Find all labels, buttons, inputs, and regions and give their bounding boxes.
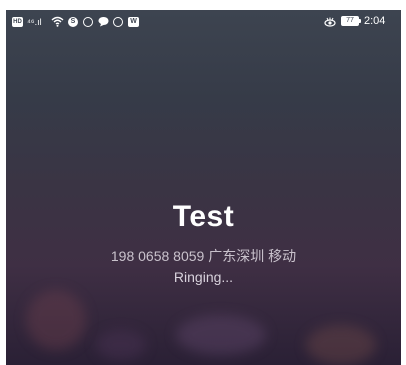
hand-icon (113, 16, 123, 27)
bokeh-light (306, 325, 376, 365)
app-w-icon: W (128, 16, 139, 27)
bokeh-light (96, 330, 146, 360)
eye-comfort-icon (324, 16, 336, 27)
bokeh-light (176, 315, 266, 355)
app-s-icon: S (68, 16, 78, 27)
caller-name: Test (172, 200, 235, 233)
hd-icon: HD (12, 16, 23, 27)
wifi-icon (51, 16, 64, 27)
call-status: Ringing... (173, 269, 234, 285)
message-icon (98, 16, 109, 27)
caller-number: 198 0658 8059 广东深圳 移动 (110, 248, 297, 264)
battery-indicator: 77 (341, 16, 361, 26)
incoming-call-screen: HD ⁴⁶.ıl S W 77 2:04 Test 198 0658 8059 … (6, 10, 401, 365)
bokeh-light (26, 290, 86, 350)
hd-badge: HD (12, 16, 23, 27)
whatsapp-icon (83, 16, 93, 27)
status-bar: HD ⁴⁶.ıl S W 77 2:04 (6, 10, 401, 34)
signal-4g-icon: ⁴⁶.ıl (27, 16, 42, 27)
status-time: 2:04 (364, 15, 386, 27)
